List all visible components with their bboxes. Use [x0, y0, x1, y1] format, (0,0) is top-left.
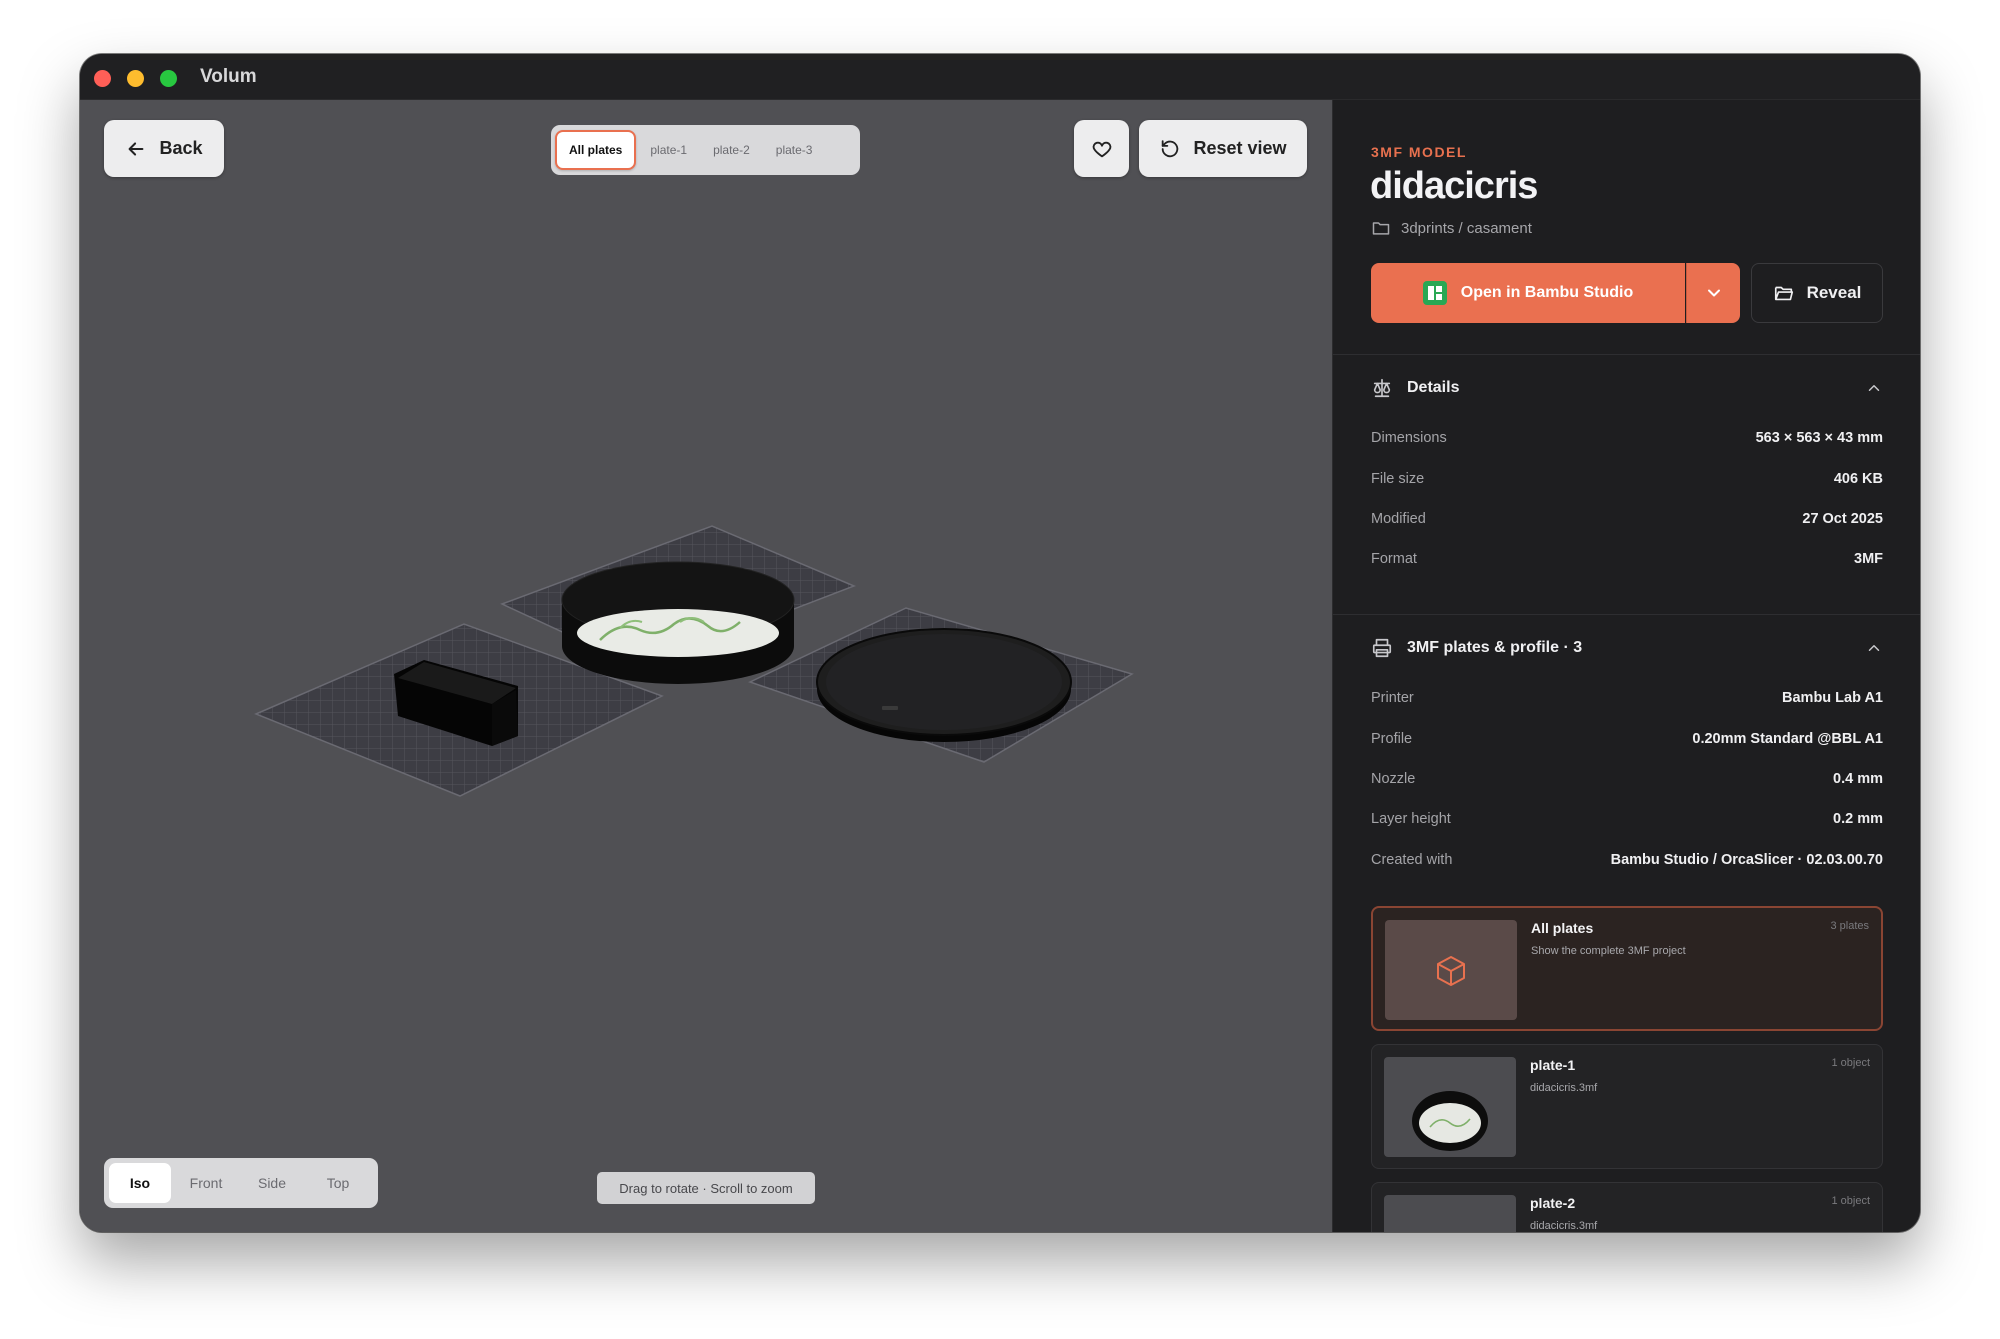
profile-list: Printer Bambu Lab A1 Profile 0.20mm Standa…	[1371, 678, 1883, 880]
details-list: Dimensions 563 × 563 × 43 mm File size 406…	[1371, 418, 1883, 580]
folder-icon	[1372, 222, 1390, 235]
plate-tab-all[interactable]: All plates	[555, 130, 637, 170]
model-viewport[interactable]: Back All plates plate-1 plate-2 plate-3 …	[80, 100, 1332, 1232]
profile-row-nozzle: Nozzle 0.4 mm	[1371, 759, 1883, 799]
view-tab-side[interactable]: Side	[241, 1163, 303, 1203]
open-button-label: Open in Bambu Studio	[1460, 284, 1634, 301]
open-in-bambu-studio-button[interactable]: Open in Bambu Studio	[1371, 263, 1685, 323]
scale-icon	[1373, 378, 1391, 398]
printer-icon	[1372, 638, 1392, 658]
plate-thumbnail	[1384, 1057, 1516, 1157]
cube-icon	[1437, 956, 1465, 986]
view-tab-front[interactable]: Front	[175, 1163, 237, 1203]
plate-card-title: plate-1	[1530, 1057, 1576, 1073]
profile-key: Created with	[1371, 851, 1453, 868]
disc-model	[816, 628, 1072, 742]
favorite-button[interactable]	[1074, 120, 1129, 177]
model-path: 3dprints / casament	[1371, 218, 1532, 238]
camera-view-tabs: Iso Front Side Top	[104, 1158, 378, 1208]
divider	[1333, 614, 1920, 615]
chevron-up-icon[interactable]	[1865, 639, 1883, 657]
zoom-window-button[interactable]	[160, 70, 177, 87]
reveal-button-label: Reveal	[1806, 283, 1862, 302]
profile-value: Bambu Studio / OrcaSlicer · 02.03.00.70	[1610, 851, 1883, 868]
plate-tab-plate-1[interactable]: plate-1	[638, 130, 699, 170]
open-options-dropdown[interactable]	[1686, 263, 1740, 323]
plate-thumbnail	[1384, 1195, 1516, 1232]
viewport-hint: Drag to rotate · Scroll to zoom	[597, 1172, 815, 1204]
profile-row-profile: Profile 0.20mm Standard @BBL A1	[1371, 718, 1883, 758]
view-tab-top[interactable]: Top	[307, 1163, 369, 1203]
details-section-header[interactable]: Details	[1371, 374, 1883, 402]
profile-key: Layer height	[1371, 811, 1451, 828]
folder-open-icon	[1774, 286, 1793, 301]
plate-card-count: 1 object	[1831, 1195, 1870, 1207]
detail-key: Dimensions	[1371, 430, 1447, 447]
chevron-down-icon	[1707, 289, 1720, 297]
app-window: Volum Back All plates plate-1 plate-2 pl…	[80, 54, 1920, 1232]
plate-card-subtitle: didacicris.3mf	[1530, 1220, 1598, 1232]
title-bar: Volum	[80, 54, 1920, 100]
plates-section-header[interactable]: 3MF plates & profile · 3	[1371, 634, 1883, 662]
arrow-left-icon	[129, 141, 144, 156]
profile-value: Bambu Lab A1	[1782, 690, 1883, 707]
plate-card-title: All plates	[1531, 920, 1594, 936]
detail-row-format: Format 3MF	[1371, 539, 1883, 579]
profile-value: 0.20mm Standard @BBL A1	[1692, 730, 1883, 747]
model-path-text: 3dprints / casament	[1401, 219, 1532, 237]
reset-view-label: Reset view	[1193, 138, 1287, 158]
plate-card-subtitle: didacicris.3mf	[1530, 1082, 1598, 1094]
plate-card-all[interactable]: All plates Show the complete 3MF project…	[1371, 906, 1883, 1031]
plate-card-count: 3 plates	[1830, 920, 1869, 932]
rotate-ccw-icon	[1162, 139, 1179, 157]
profile-row-printer: Printer Bambu Lab A1	[1371, 678, 1883, 718]
profile-value: 0.4 mm	[1833, 770, 1883, 787]
minimize-window-button[interactable]	[127, 70, 144, 87]
reveal-button[interactable]: Reveal	[1751, 263, 1883, 323]
reset-view-button[interactable]: Reset view	[1139, 120, 1307, 177]
details-sidebar: 3MF MODEL didacicris 3dprints / casament…	[1332, 100, 1920, 1232]
detail-key: Modified	[1371, 510, 1426, 527]
heart-icon	[1092, 141, 1111, 157]
plate-thumbnail	[1385, 920, 1517, 1020]
profile-row-layer-height: Layer height 0.2 mm	[1371, 799, 1883, 839]
plate-card-subtitle: Show the complete 3MF project	[1531, 945, 1686, 957]
bambu-studio-icon	[1422, 281, 1447, 305]
detail-value: 3MF	[1854, 551, 1883, 568]
plate-card-title: plate-2	[1530, 1195, 1576, 1211]
model-kind-label: 3MF MODEL	[1371, 144, 1467, 160]
close-window-button[interactable]	[94, 70, 111, 87]
back-button-label: Back	[159, 138, 203, 158]
ring-model	[561, 561, 795, 684]
back-button[interactable]: Back	[104, 120, 224, 177]
profile-key: Nozzle	[1371, 770, 1416, 787]
plates-section-title: 3MF plates & profile · 3	[1407, 639, 1583, 656]
detail-key: Format	[1371, 551, 1417, 568]
app-title: Volum	[200, 66, 257, 87]
profile-key: Printer	[1371, 690, 1414, 707]
profile-row-created-with: Created with Bambu Studio / OrcaSlicer · …	[1371, 840, 1883, 880]
detail-value: 406 KB	[1833, 470, 1883, 487]
detail-row-file-size: File size 406 KB	[1371, 458, 1883, 498]
divider	[1333, 354, 1920, 355]
plate-card-plate-2[interactable]: plate-2 didacicris.3mf 1 object	[1371, 1182, 1883, 1232]
plate-tab-plate-2[interactable]: plate-2	[701, 130, 762, 170]
profile-key: Profile	[1371, 730, 1413, 747]
model-title: didacicris	[1370, 165, 1538, 207]
detail-value: 563 × 563 × 43 mm	[1755, 430, 1883, 447]
detail-row-modified: Modified 27 Oct 2025	[1371, 499, 1883, 539]
detail-value: 27 Oct 2025	[1802, 510, 1883, 527]
detail-key: File size	[1371, 470, 1425, 487]
plate-tab-plate-3[interactable]: plate-3	[764, 130, 825, 170]
view-tab-iso[interactable]: Iso	[109, 1163, 171, 1203]
scene-canvas[interactable]	[80, 100, 1332, 1232]
ring-thumbnail	[1412, 1091, 1488, 1151]
detail-row-dimensions: Dimensions 563 × 563 × 43 mm	[1371, 418, 1883, 458]
profile-value: 0.2 mm	[1833, 811, 1883, 828]
details-section-title: Details	[1407, 379, 1460, 396]
plate-card-count: 1 object	[1831, 1057, 1870, 1069]
chevron-up-icon[interactable]	[1865, 379, 1883, 397]
plate-card-plate-1[interactable]: plate-1 didacicris.3mf 1 object	[1371, 1044, 1883, 1169]
plate-tabs: All plates plate-1 plate-2 plate-3	[551, 125, 860, 175]
